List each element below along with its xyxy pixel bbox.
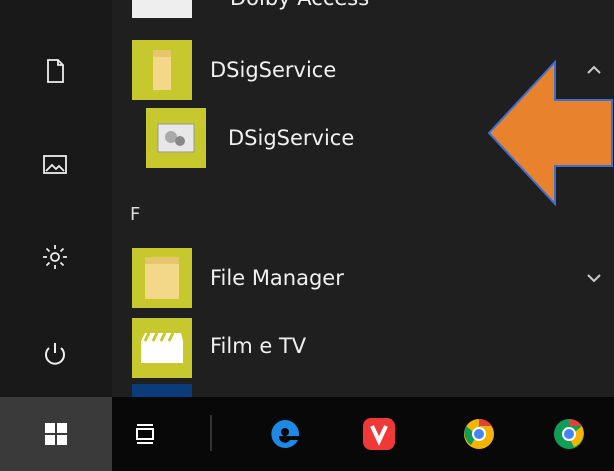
pictures-icon[interactable] <box>38 147 72 181</box>
taskbar <box>0 397 614 471</box>
chrome-icon[interactable] <box>546 411 592 457</box>
dsigservice-app-label: DSigService <box>228 126 355 150</box>
edge-icon[interactable] <box>262 411 308 457</box>
dolby-access-item[interactable]: Dolby Access <box>132 0 582 18</box>
taskbar-divider <box>210 415 212 451</box>
dsigservice-folder-label: DSigService <box>210 58 337 82</box>
section-letter[interactable]: F <box>130 204 140 225</box>
file-manager-label: File Manager <box>210 266 344 290</box>
list-item-dsigservice-app[interactable]: DSigService <box>146 108 496 168</box>
list-item-partial[interactable] <box>132 384 192 397</box>
document-icon[interactable] <box>38 54 72 88</box>
power-icon[interactable] <box>38 337 72 371</box>
chevron-down-icon[interactable] <box>582 266 606 290</box>
list-item-file-manager[interactable]: File Manager <box>132 248 612 308</box>
chrome-canary-icon[interactable] <box>456 411 502 457</box>
list-item-film-e-tv[interactable]: Film e TV <box>132 318 612 378</box>
settings-icon[interactable] <box>38 240 72 274</box>
orange-arrow-annotation <box>487 59 613 207</box>
folder-icon <box>132 40 192 100</box>
vivaldi-icon[interactable] <box>356 411 402 457</box>
film-e-tv-label: Film e TV <box>210 334 307 358</box>
start-menu: Dolby Access DSigService DSigService F <box>0 0 614 397</box>
left-rail <box>0 0 112 397</box>
clapperboard-icon <box>132 318 192 378</box>
folder-icon <box>132 248 192 308</box>
task-view-icon[interactable] <box>122 411 168 457</box>
windows-start-icon[interactable] <box>0 397 112 471</box>
gear-app-icon <box>146 108 206 168</box>
dolby-access-label: Dolby Access <box>230 0 369 10</box>
